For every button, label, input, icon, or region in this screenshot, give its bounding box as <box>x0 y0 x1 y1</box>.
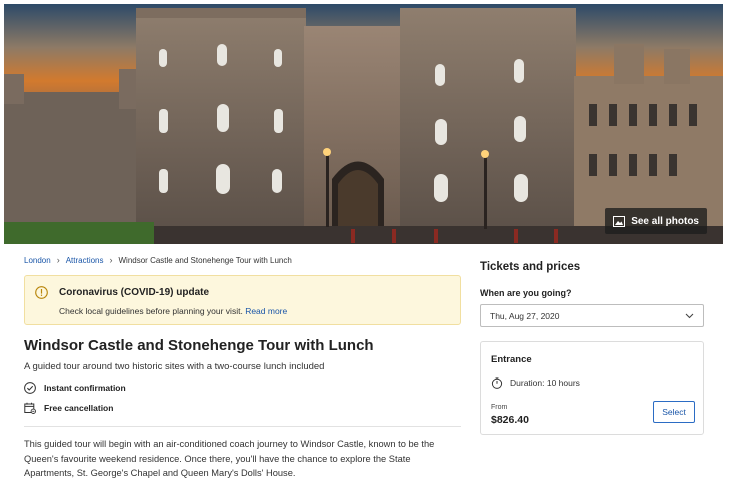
description-line: Apartments, St. George's Chapel and Quee… <box>24 468 296 478</box>
breadcrumb: London › Attractions › Windsor Castle an… <box>24 255 292 265</box>
info-icon <box>35 286 48 299</box>
page-title: Windsor Castle and Stonehenge Tour with … <box>24 337 374 354</box>
notice-body: Check local guidelines before planning y… <box>59 306 243 316</box>
breadcrumb-london[interactable]: London <box>24 256 51 265</box>
read-more-link[interactable]: Read more <box>245 306 287 316</box>
hero-image[interactable]: See all photos <box>4 4 723 244</box>
notice-text: Check local guidelines before planning y… <box>59 306 287 316</box>
chevron-down-icon <box>685 313 694 318</box>
date-value: Thu, Aug 27, 2020 <box>490 310 560 321</box>
tour-subtitle: A guided tour around two historic sites … <box>24 361 325 372</box>
stopwatch-icon <box>491 377 503 389</box>
ticket-title: Entrance <box>491 354 532 365</box>
feature-instant-confirmation: Instant confirmation <box>24 382 126 394</box>
duration-text: Duration: 10 hours <box>510 378 580 388</box>
ticket-price: $826.40 <box>491 414 529 426</box>
feature-label: Free cancellation <box>44 403 114 413</box>
description-line: This guided tour will begin with an air-… <box>24 439 435 449</box>
breadcrumb-current: Windsor Castle and Stonehenge Tour with … <box>118 255 292 265</box>
divider <box>24 426 461 427</box>
tickets-title: Tickets and prices <box>480 261 581 273</box>
chevron-right-icon: › <box>109 255 113 265</box>
feature-label: Instant confirmation <box>44 383 126 393</box>
price-from-label: From <box>491 404 508 411</box>
see-all-photos-button[interactable]: See all photos <box>605 208 707 234</box>
gallery-icon <box>613 215 626 227</box>
check-circle-icon <box>24 382 36 394</box>
notice-title: Coronavirus (COVID-19) update <box>59 287 210 298</box>
feature-free-cancellation: Free cancellation <box>24 402 113 414</box>
chevron-right-icon: › <box>56 255 60 265</box>
ticket-duration: Duration: 10 hours <box>491 377 580 389</box>
covid-notice: Coronavirus (COVID-19) update Check loca… <box>24 275 461 325</box>
tour-description: This guided tour will begin with an air-… <box>24 437 464 481</box>
ticket-card: Entrance Duration: 10 hours From $826.40… <box>480 341 704 435</box>
see-all-photos-label: See all photos <box>631 215 699 227</box>
select-button[interactable]: Select <box>653 401 695 423</box>
calendar-cancel-icon <box>24 402 36 414</box>
date-label: When are you going? <box>480 288 572 298</box>
breadcrumb-attractions[interactable]: Attractions <box>66 256 104 265</box>
date-select[interactable]: Thu, Aug 27, 2020 <box>480 304 704 327</box>
description-line: Queen's favourite weekend residence. Onc… <box>24 453 411 464</box>
